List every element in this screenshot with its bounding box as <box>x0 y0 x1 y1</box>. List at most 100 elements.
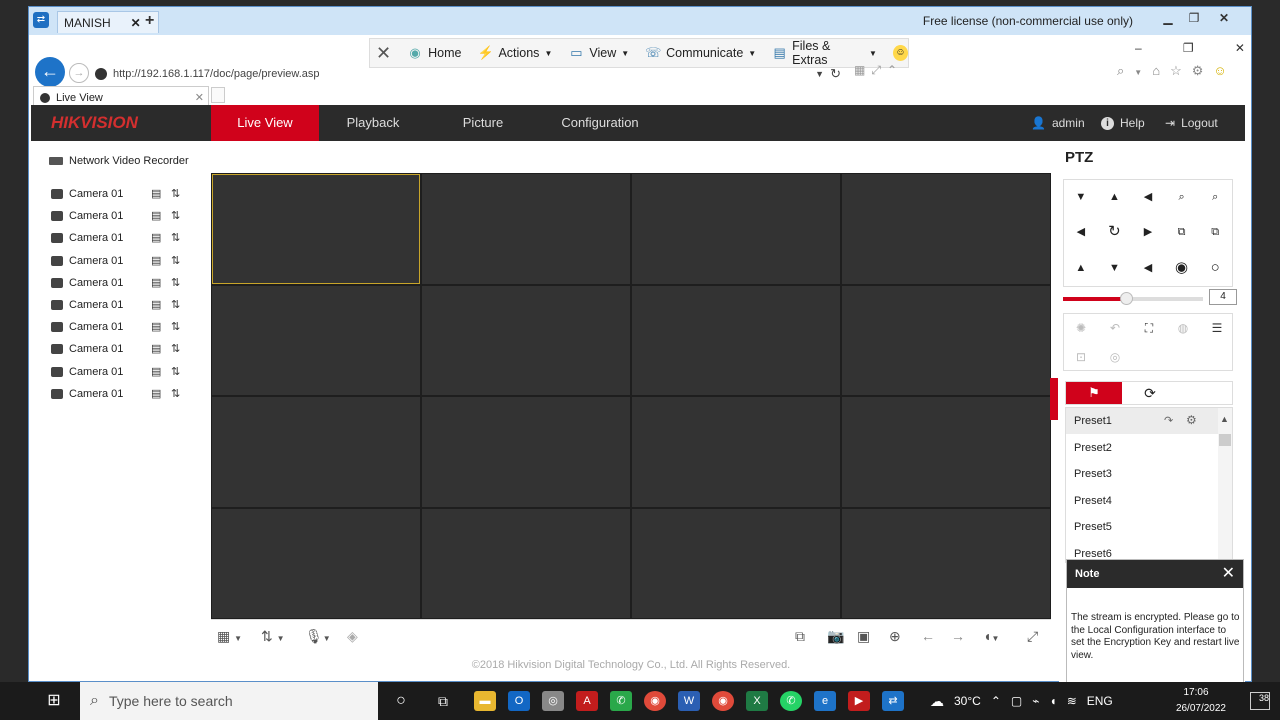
grid-icon[interactable]: ▦ <box>854 63 865 83</box>
play-stream-icon[interactable]: ▤ <box>151 321 165 333</box>
video-window[interactable] <box>422 174 630 284</box>
video-window[interactable] <box>842 508 1050 618</box>
capture-icon[interactable]: 📷 <box>827 628 844 645</box>
set-preset-gear-icon[interactable]: ⚙ <box>1186 413 1197 427</box>
3d-position-icon[interactable]: ⛶ <box>1132 314 1166 343</box>
next-page-icon[interactable]: → <box>951 628 965 644</box>
refresh-icon[interactable]: ↻ <box>830 66 841 82</box>
video-window[interactable] <box>422 285 630 395</box>
acrobat-icon[interactable]: A <box>576 691 598 711</box>
close-toolbar-icon[interactable]: ✕ <box>376 44 391 62</box>
ptz-control-icon[interactable]: ⇅ <box>171 366 185 378</box>
previous-page-icon[interactable]: ← <box>921 628 935 644</box>
nvr-node[interactable]: Network Video Recorder <box>49 155 189 167</box>
play-stream-icon[interactable]: ▤ <box>151 299 165 311</box>
video-window[interactable] <box>632 174 840 284</box>
help-link[interactable]: i Help <box>1101 105 1145 141</box>
aux-focus-icon[interactable]: ⊡ <box>1064 343 1098 372</box>
chrome-profile-icon[interactable]: ◉ <box>712 691 734 711</box>
ptz-control-icon[interactable]: ⇅ <box>171 188 185 200</box>
video-window[interactable] <box>842 285 1050 395</box>
iris-close-icon[interactable]: ○ <box>1198 251 1232 286</box>
ptz-control-icon[interactable]: ⇅ <box>171 255 185 267</box>
stop-all-icon[interactable]: ⧉ <box>795 628 805 645</box>
camera-item[interactable]: Camera 01 ▤ ⇅ <box>51 251 191 271</box>
nav-live-view[interactable]: Live View <box>211 105 319 141</box>
scroll-thumb[interactable] <box>1219 434 1231 446</box>
zoom-out-icon[interactable]: ⌕ <box>1165 180 1199 215</box>
ptz-control-icon[interactable]: ⇅ <box>171 210 185 222</box>
tray-app-icon[interactable]: ▢ <box>1011 694 1022 708</box>
ptz-down-left-icon[interactable]: ▲ <box>1064 251 1098 286</box>
ptz-control-icon[interactable]: ⇅ <box>171 299 185 311</box>
teamviewer-icon[interactable]: ⇄ <box>882 691 904 711</box>
volume-icon[interactable]: ◖▼ <box>983 628 999 644</box>
fullscreen-icon[interactable]: ⤢ <box>1027 628 1038 645</box>
video-window[interactable] <box>422 397 630 507</box>
layout-grid-icon[interactable]: ▦ ▼ <box>217 628 242 645</box>
play-stream-icon[interactable]: ▤ <box>151 366 165 378</box>
tab-preset-icon[interactable]: ⚑ <box>1066 382 1122 404</box>
excel-icon[interactable]: X <box>746 691 768 711</box>
anydesk-icon[interactable]: ▶ <box>848 691 870 711</box>
speed-value[interactable]: 4 <box>1209 289 1237 305</box>
session-tab[interactable]: MANISH ✕ <box>57 11 159 33</box>
outlook-icon[interactable]: O <box>508 691 530 711</box>
close-note-icon[interactable]: ✕ <box>1222 560 1235 588</box>
video-window[interactable] <box>212 174 420 284</box>
speed-slider[interactable] <box>1063 292 1203 305</box>
camera-item[interactable]: Camera 01 ▤ ⇅ <box>51 339 191 359</box>
record-icon[interactable]: ▣ <box>857 628 870 645</box>
preset-item[interactable]: Preset3 <box>1074 461 1214 487</box>
ptz-down-right-icon[interactable]: ◀ <box>1131 251 1165 286</box>
preset-item[interactable]: Preset4 <box>1074 488 1214 514</box>
camera-item[interactable]: Camera 01 ▤ ⇅ <box>51 206 191 226</box>
forward-button[interactable]: → <box>69 63 89 83</box>
nav-playback[interactable]: Playback <box>331 105 415 141</box>
home-icon[interactable]: ⌂ <box>1152 63 1160 83</box>
play-stream-icon[interactable]: ▤ <box>151 388 165 400</box>
video-window[interactable] <box>422 508 630 618</box>
wifi-icon[interactable]: ≋ <box>1067 694 1077 708</box>
ptz-up-icon[interactable]: ▲ <box>1098 180 1132 215</box>
wiper-icon[interactable]: ↶ <box>1098 314 1132 343</box>
close-window-icon[interactable]: ✕ <box>1211 9 1237 27</box>
video-window[interactable] <box>632 397 840 507</box>
logout-link[interactable]: ⇥ Logout <box>1165 105 1218 141</box>
notification-center-icon[interactable]: 38 <box>1250 692 1270 710</box>
close-icon[interactable]: ✕ <box>1235 41 1245 55</box>
internet-explorer-icon[interactable]: e <box>814 691 836 711</box>
weather-temp[interactable]: 30°C <box>954 694 981 708</box>
play-stream-icon[interactable]: ▤ <box>151 277 165 289</box>
tab-patrol-icon[interactable]: ⟳ <box>1122 382 1178 404</box>
user-menu[interactable]: 👤 admin <box>1031 105 1085 141</box>
focus-far-icon[interactable]: ⧉ <box>1198 215 1232 250</box>
speed-slider-handle[interactable] <box>1120 292 1133 305</box>
expand-icon[interactable]: ⤢ <box>871 63 881 83</box>
ptz-control-icon[interactable]: ⇅ <box>171 277 185 289</box>
whatsapp-app-icon[interactable]: ✆ <box>610 691 632 711</box>
play-stream-icon[interactable]: ▤ <box>151 255 165 267</box>
camera-item[interactable]: Camera 01 ▤ ⇅ <box>51 362 191 382</box>
chevron-up-icon[interactable]: ⌃ <box>991 694 1001 708</box>
file-explorer-icon[interactable]: ▬ <box>474 691 496 711</box>
play-stream-icon[interactable]: ▤ <box>151 210 165 222</box>
manual-track-icon[interactable]: ◎ <box>1098 343 1132 372</box>
play-stream-icon[interactable]: ▤ <box>151 232 165 244</box>
camera-item[interactable]: Camera 01 ▤ ⇅ <box>51 384 191 404</box>
ptz-up-left-icon[interactable]: ▼ <box>1064 180 1098 215</box>
taskbar-search[interactable]: ⌕ Type here to search <box>80 682 378 720</box>
smiley-icon[interactable]: ☺ <box>1213 63 1226 83</box>
preset-scrollbar[interactable]: ▲ <box>1218 408 1232 562</box>
word-icon[interactable]: W <box>678 691 700 711</box>
video-window[interactable] <box>842 397 1050 507</box>
video-window[interactable] <box>212 397 420 507</box>
nav-picture[interactable]: Picture <box>441 105 525 141</box>
panel-collapse-tab[interactable] <box>1050 378 1058 420</box>
clock[interactable]: 17:06 26/07/2022 <box>1166 685 1226 717</box>
call-preset-icon[interactable]: ↷ <box>1164 414 1173 427</box>
zoom-in-icon[interactable]: ⌕ <box>1198 180 1232 215</box>
focus-near-icon[interactable]: ⧉ <box>1165 215 1199 250</box>
camera-item[interactable]: Camera 01 ▤ ⇅ <box>51 184 191 204</box>
play-stream-icon[interactable]: ▤ <box>151 188 165 200</box>
